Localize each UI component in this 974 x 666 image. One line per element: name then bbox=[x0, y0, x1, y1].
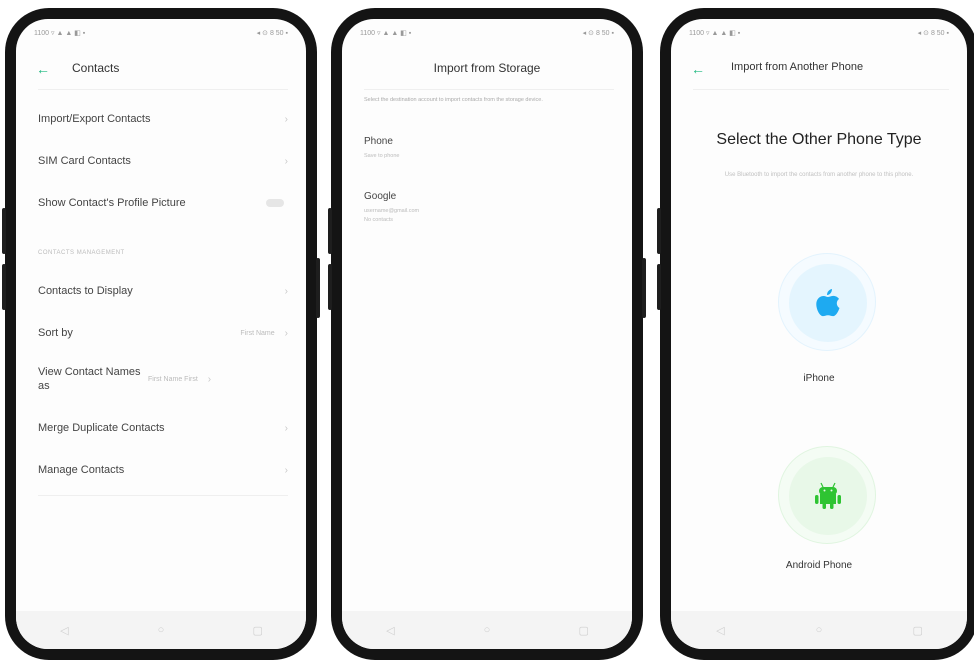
row-label: Merge Duplicate Contacts bbox=[38, 422, 165, 434]
select-phone-description: Use Bluetooth to import the contacts fro… bbox=[724, 172, 914, 178]
chevron-right-icon: › bbox=[284, 285, 288, 297]
status-left: 1100 ▿ ▲ ▲ ◧ ▪ bbox=[689, 30, 741, 37]
nav-recent-icon[interactable]: ▢ bbox=[577, 624, 591, 637]
row-label: Manage Contacts bbox=[38, 464, 125, 476]
row-sort-by[interactable]: Sort by First Name › bbox=[38, 327, 288, 339]
status-bar: 1100 ▿ ▲ ▲ ◧ ▪ ◂ ⊙ 8 50 ▪ bbox=[689, 27, 949, 39]
row-contacts-to-display[interactable]: Contacts to Display › bbox=[38, 285, 288, 297]
back-arrow-icon[interactable]: ← bbox=[691, 62, 705, 76]
nav-back-icon[interactable]: ◁ bbox=[713, 624, 727, 637]
account-email: username@gmail.com bbox=[364, 208, 420, 214]
status-bar: 1100 ▿ ▲ ▲ ◧ ▪ ◂ ⊙ 8 50 ▪ bbox=[34, 27, 288, 39]
row-label: Import/Export Contacts bbox=[38, 113, 151, 125]
screen: 1100 ▿ ▲ ▲ ◧ ▪ ◂ ⊙ 8 50 ▪ ← Import from … bbox=[671, 19, 967, 649]
divider bbox=[38, 89, 288, 90]
header: ← Contacts bbox=[16, 59, 306, 81]
screen: 1100 ▿ ▲ ▲ ◧ ▪ ◂ ⊙ 8 50 ▪ ← Contacts Imp… bbox=[16, 19, 306, 649]
chevron-right-icon: › bbox=[284, 327, 288, 339]
nav-back-icon[interactable]: ◁ bbox=[383, 624, 397, 637]
android-label[interactable]: Android Phone bbox=[671, 560, 967, 571]
account-name: Google bbox=[364, 191, 397, 202]
phone-import-another-phone: 1100 ▿ ▲ ▲ ◧ ▪ ◂ ⊙ 8 50 ▪ ← Import from … bbox=[657, 8, 974, 660]
status-right: ◂ ⊙ 8 50 ▪ bbox=[582, 30, 614, 37]
account-sub: No contacts bbox=[364, 217, 394, 223]
divider bbox=[38, 495, 288, 496]
chevron-right-icon: › bbox=[284, 113, 288, 125]
iphone-circle bbox=[789, 264, 867, 342]
nav-home-icon[interactable]: ○ bbox=[480, 624, 494, 636]
divider bbox=[693, 89, 949, 90]
account-name: Phone bbox=[364, 136, 393, 147]
row-label: Sort by bbox=[38, 327, 73, 339]
phone-contacts-settings: 1100 ▿ ▲ ▲ ◧ ▪ ◂ ⊙ 8 50 ▪ ← Contacts Imp… bbox=[2, 8, 320, 660]
status-left: 1100 ▿ ▲ ▲ ◧ ▪ bbox=[34, 30, 86, 37]
screen: 1100 ▿ ▲ ▲ ◧ ▪ ◂ ⊙ 8 50 ▪ Import from St… bbox=[342, 19, 632, 649]
row-label: SIM Card Contacts bbox=[38, 155, 131, 167]
android-icon bbox=[815, 482, 841, 509]
chevron-right-icon: › bbox=[284, 464, 288, 476]
phone-import-storage: 1100 ▿ ▲ ▲ ◧ ▪ ◂ ⊙ 8 50 ▪ Import from St… bbox=[328, 8, 646, 660]
row-label: View Contact Names as bbox=[38, 366, 141, 392]
row-value: First Name bbox=[240, 329, 275, 337]
page-title: Contacts bbox=[72, 61, 120, 75]
nav-home-icon[interactable]: ○ bbox=[154, 624, 168, 636]
nav-recent-icon[interactable]: ▢ bbox=[251, 624, 265, 637]
android-circle bbox=[789, 457, 867, 535]
android-option[interactable] bbox=[778, 446, 876, 544]
row-value: First Name First bbox=[148, 375, 198, 383]
chevron-right-icon: › bbox=[207, 373, 212, 385]
nav-back-icon[interactable]: ◁ bbox=[57, 624, 71, 637]
apple-icon bbox=[816, 289, 840, 317]
nav-home-icon[interactable]: ○ bbox=[812, 624, 826, 636]
row-view-contact-names[interactable]: View Contact Names as First Name First › bbox=[38, 365, 288, 393]
import-description: Select the destination account to import… bbox=[364, 97, 543, 103]
row-manage-contacts[interactable]: Manage Contacts › bbox=[38, 464, 288, 476]
account-sub: Save to phone bbox=[364, 153, 400, 159]
nav-bar: ◁ ○ ▢ bbox=[342, 611, 632, 649]
nav-bar: ◁ ○ ▢ bbox=[671, 611, 967, 649]
divider bbox=[364, 89, 614, 90]
status-left: 1100 ▿ ▲ ▲ ◧ ▪ bbox=[360, 30, 412, 37]
nav-recent-icon[interactable]: ▢ bbox=[911, 624, 925, 637]
select-phone-type-heading: Select the Other Phone Type bbox=[716, 131, 922, 148]
section-label: CONTACTS MANAGEMENT bbox=[38, 250, 125, 256]
status-right: ◂ ⊙ 8 50 ▪ bbox=[256, 30, 288, 37]
row-merge-duplicates[interactable]: Merge Duplicate Contacts › bbox=[38, 422, 288, 434]
status-bar: 1100 ▿ ▲ ▲ ◧ ▪ ◂ ⊙ 8 50 ▪ bbox=[360, 27, 614, 39]
iphone-label[interactable]: iPhone bbox=[671, 373, 967, 384]
row-label: Show Contact's Profile Picture bbox=[38, 197, 186, 209]
page-title: Import from Another Phone bbox=[731, 61, 864, 73]
nav-bar: ◁ ○ ▢ bbox=[16, 611, 306, 649]
status-right: ◂ ⊙ 8 50 ▪ bbox=[917, 30, 949, 37]
chevron-right-icon: › bbox=[284, 155, 288, 167]
header: Import from Storage bbox=[342, 59, 632, 81]
row-show-profile-picture[interactable]: Show Contact's Profile Picture bbox=[38, 197, 288, 209]
row-label: Contacts to Display bbox=[38, 285, 133, 297]
back-arrow-icon[interactable]: ← bbox=[36, 62, 50, 76]
header: ← Import from Another Phone bbox=[671, 59, 967, 81]
profile-picture-toggle[interactable] bbox=[266, 199, 284, 207]
row-sim-card-contacts[interactable]: SIM Card Contacts › bbox=[38, 155, 288, 167]
page-title: Import from Storage bbox=[433, 61, 541, 75]
chevron-right-icon: › bbox=[284, 422, 288, 434]
iphone-option[interactable] bbox=[778, 253, 876, 351]
row-import-export[interactable]: Import/Export Contacts › bbox=[38, 113, 288, 125]
